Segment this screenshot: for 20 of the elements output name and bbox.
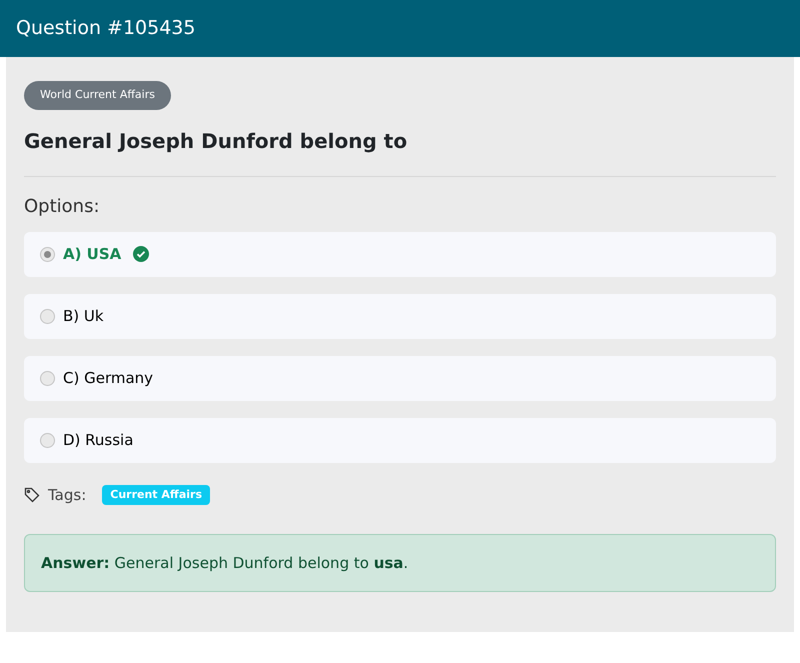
options-label: Options:	[24, 194, 101, 218]
option-text: C) Germany	[63, 368, 154, 389]
check-circle-icon	[133, 246, 150, 262]
option-row[interactable]: D) Russia	[24, 418, 776, 462]
answer-text: Answer: General Joseph Dunford belong to usa.	[41, 552, 408, 574]
option-text: D) Russia	[63, 430, 134, 451]
radio-button[interactable]	[40, 246, 55, 262]
option-text: A) USA	[63, 244, 122, 265]
radio-button[interactable]	[40, 432, 55, 448]
tags-label: Tags:	[48, 484, 86, 506]
question-text: General Joseph Dunford belong to	[24, 128, 408, 154]
page-title: Question #105435	[16, 16, 196, 42]
option-row[interactable]: A) USA	[24, 232, 776, 276]
option-row[interactable]: C) Germany	[24, 356, 776, 400]
tag-icon	[24, 486, 40, 503]
category-badge[interactable]: World Current Affairs	[24, 81, 171, 110]
option-row[interactable]: B) Uk	[24, 294, 776, 338]
option-text: B) Uk	[63, 306, 104, 327]
radio-button[interactable]	[40, 308, 55, 324]
radio-button[interactable]	[40, 370, 55, 386]
